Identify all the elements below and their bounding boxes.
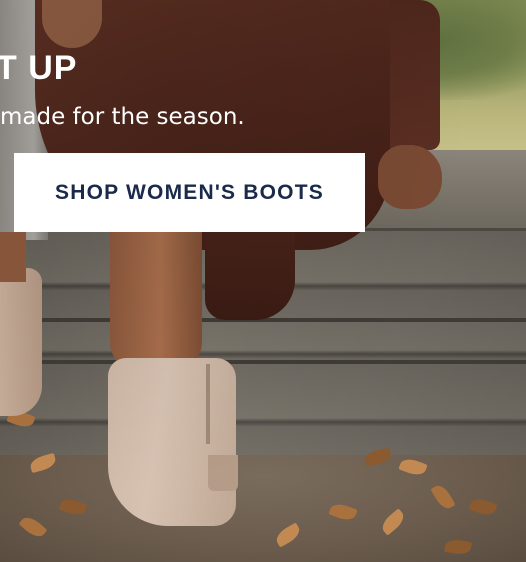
hero-headline: T UP (0, 49, 78, 87)
photo-shade (0, 0, 526, 562)
hero-subtext: made for the season. (0, 104, 245, 130)
shop-womens-boots-button[interactable]: SHOP WOMEN'S BOOTS (14, 153, 365, 232)
hero-banner: T UP made for the season. SHOP WOMEN'S B… (0, 0, 526, 562)
cta-label: SHOP WOMEN'S BOOTS (55, 180, 324, 204)
